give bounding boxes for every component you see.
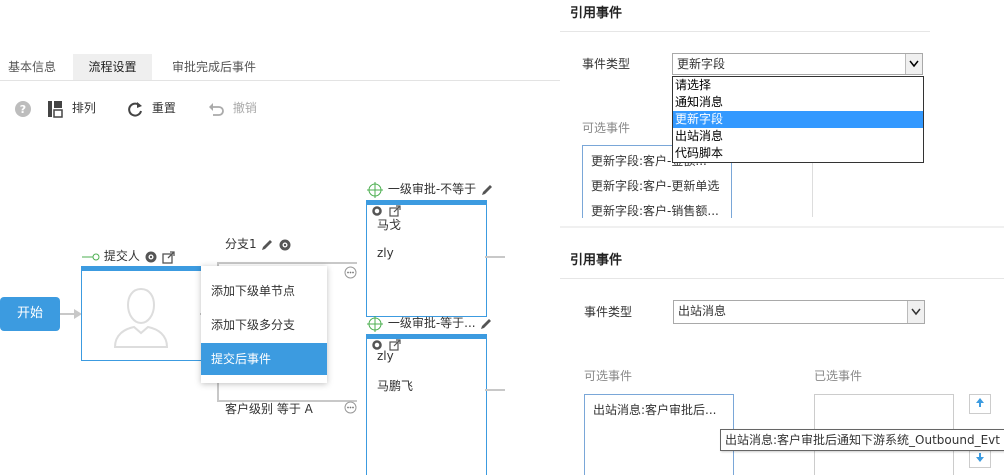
start-node[interactable]: 开始 xyxy=(0,297,60,331)
list-item[interactable]: 更新字段:客户-更新单选 xyxy=(591,177,719,194)
connector xyxy=(485,256,505,258)
submitter-label: 提交人 xyxy=(103,249,140,263)
option-outbound-message[interactable]: 出站消息 xyxy=(673,128,923,145)
dropdown-button[interactable] xyxy=(905,54,922,74)
move-down-button[interactable] xyxy=(969,450,991,468)
selected-events-label: 已选事件 xyxy=(814,369,863,383)
tab-bar: 基本信息 流程设置 审批完成后事件 xyxy=(0,54,560,81)
svg-text:?: ? xyxy=(20,103,26,116)
available-events-list[interactable]: 出站消息:客户审批后... xyxy=(584,394,734,475)
menu-item-add-multi-branch[interactable]: 添加下级多分支 xyxy=(201,309,327,341)
share-icon[interactable] xyxy=(161,250,176,264)
approval1-title: 一级审批-不等于 xyxy=(387,182,477,196)
node-top-bar xyxy=(367,335,486,339)
event-type-options: 请选择 通知消息 更新字段 出站消息 代码脚本 xyxy=(672,76,924,163)
arrange-label: 排列 xyxy=(71,101,96,115)
connector-dot-icon xyxy=(82,253,100,260)
more-icon[interactable] xyxy=(344,401,357,414)
undo-label: 撤销 xyxy=(232,101,257,115)
refresh-icon xyxy=(128,101,142,117)
approval2-node[interactable]: zly 马鹏飞 xyxy=(366,334,487,475)
submitter-node[interactable] xyxy=(81,266,202,361)
gear-icon[interactable] xyxy=(144,250,158,264)
dropdown-button[interactable] xyxy=(907,301,924,323)
arrow-down-icon xyxy=(976,453,984,462)
option-please-select[interactable]: 请选择 xyxy=(673,77,923,94)
approval2-header: 一级审批-等于... xyxy=(366,314,493,333)
submitter-header: 提交人 xyxy=(82,247,176,264)
chevron-down-icon xyxy=(909,60,919,68)
undo-icon xyxy=(209,102,224,116)
pencil-icon[interactable] xyxy=(479,317,493,331)
list-item[interactable]: 更新字段:客户-销售额... xyxy=(591,202,719,218)
reset-button[interactable]: 重置 xyxy=(126,97,176,119)
chevron-down-icon xyxy=(911,308,921,316)
arrow-up-icon xyxy=(976,398,984,407)
arrange-icon xyxy=(48,100,63,118)
tab-basic-info[interactable]: 基本信息 xyxy=(0,54,68,80)
panel2-title: 引用事件 xyxy=(570,253,623,268)
approver-name: zly xyxy=(377,246,394,260)
tab-post-approval-events[interactable]: 审批完成后事件 xyxy=(160,54,268,80)
branch1-header: 分支1 xyxy=(225,235,292,252)
connector xyxy=(485,389,505,391)
option-code-script[interactable]: 代码脚本 xyxy=(673,145,923,162)
pencil-icon[interactable] xyxy=(480,183,494,197)
gear-icon[interactable] xyxy=(278,238,292,252)
move-up-button[interactable] xyxy=(969,394,991,414)
approver-name: 马鹏飞 xyxy=(377,379,414,393)
connector xyxy=(217,262,357,264)
help-icon: ? xyxy=(15,100,31,117)
divider xyxy=(560,31,930,32)
node-top-bar xyxy=(82,267,201,271)
node-top-bar xyxy=(367,201,486,205)
event-type-label: 事件类型 xyxy=(582,57,631,71)
tooltip: 出站消息:客户审批后通知下游系统_Outbound_Evt xyxy=(720,429,1004,451)
divider xyxy=(560,226,1004,228)
event-type-select[interactable]: 出站消息 xyxy=(673,300,925,324)
available-events-label: 可选事件 xyxy=(582,121,631,135)
branch1-label: 分支1 xyxy=(225,237,257,251)
reset-label: 重置 xyxy=(151,101,176,115)
event-type-value: 出站消息 xyxy=(678,304,727,318)
divider xyxy=(560,278,1004,279)
context-menu: 添加下级单节点 添加下级多分支 提交后事件 xyxy=(201,266,327,383)
event-type-select[interactable]: 更新字段 xyxy=(672,53,923,75)
move-icon[interactable] xyxy=(366,181,384,199)
pencil-icon[interactable] xyxy=(260,238,274,252)
available-events-label: 可选事件 xyxy=(584,369,633,383)
event-type-label: 事件类型 xyxy=(584,305,633,319)
menu-item-add-single-node[interactable]: 添加下级单节点 xyxy=(201,275,327,307)
event-type-value: 更新字段 xyxy=(677,57,726,71)
more-icon[interactable] xyxy=(344,266,357,279)
panel1-title: 引用事件 xyxy=(570,6,623,21)
arrange-button[interactable]: 排列 xyxy=(46,97,96,119)
tab-process-settings[interactable]: 流程设置 xyxy=(73,54,152,80)
list-item[interactable]: 出站消息:客户审批后... xyxy=(593,401,717,418)
menu-item-submit-event[interactable]: 提交后事件 xyxy=(201,343,327,375)
approver-name: 马戈 xyxy=(377,218,402,232)
move-icon[interactable] xyxy=(366,315,384,333)
undo-button[interactable]: 撤销 xyxy=(207,97,257,119)
help-button[interactable]: ? xyxy=(14,97,32,119)
approval1-header: 一级审批-不等于 xyxy=(366,180,494,199)
branch-bottom-label[interactable]: 客户级别 等于 A xyxy=(225,400,313,417)
option-notification[interactable]: 通知消息 xyxy=(673,94,923,111)
option-update-field[interactable]: 更新字段 xyxy=(673,111,923,128)
user-avatar-icon xyxy=(113,287,169,348)
approval1-node[interactable]: 马戈 zly xyxy=(366,200,487,317)
approval2-title: 一级审批-等于... xyxy=(387,316,476,330)
approver-name: zly xyxy=(377,349,394,363)
